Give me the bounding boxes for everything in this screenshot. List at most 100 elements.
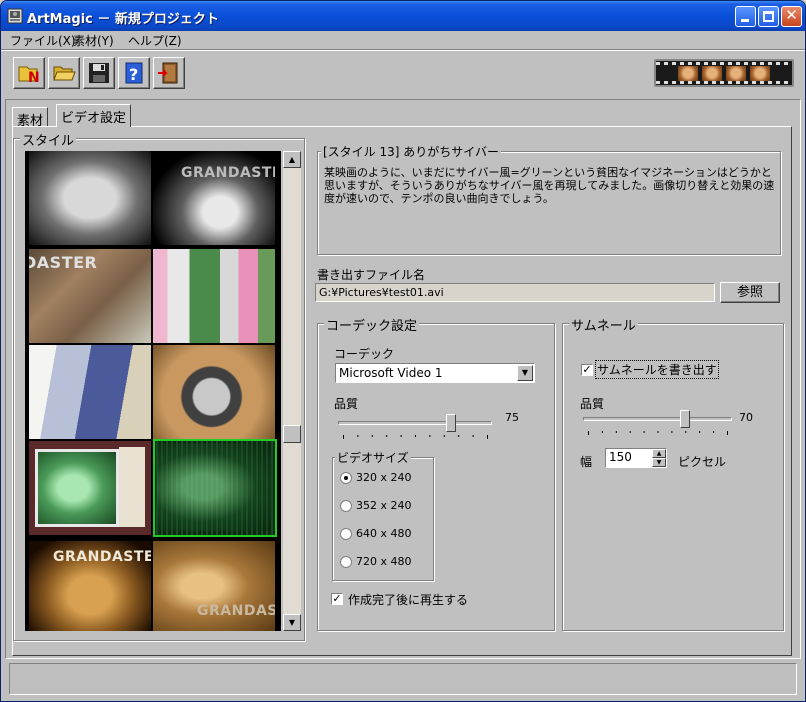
slider-tick [601,431,603,433]
codec-settings-label: コーデック設定 [324,315,420,334]
codec-select-value: Microsoft Video 1 [339,366,443,380]
new-project-button[interactable]: N [13,57,45,89]
slider-tick [487,435,488,439]
triangle-up-icon: ▲ [656,450,662,457]
slider-tick [699,431,701,433]
film-frame [678,66,698,82]
output-file-label: 書き出すファイル名 [317,268,426,282]
photo-border [119,447,145,527]
thumbnail-width-value: 150 [609,450,632,464]
codec-select[interactable]: Microsoft Video 1 ▼ [335,363,535,383]
slider-tick [443,435,445,437]
video-size-radio[interactable] [340,472,352,484]
window-title: ArtMagic － 新規プロジェクト [27,12,219,27]
style-thumbnail-8-selected[interactable] [153,439,277,537]
style-thumbnail-5[interactable] [29,345,151,439]
menu-file[interactable]: ファイル(X) [10,32,76,49]
green-cat-photo [35,449,119,527]
thumbnail-quality-track[interactable] [583,417,732,421]
thumbnail-quality-label: 品質 [580,397,605,411]
style-thumbnail-7[interactable] [29,441,151,535]
title-bar[interactable]: ArtMagic － 新規プロジェクト ✕ [1,1,805,31]
chevron-down-icon[interactable]: ▼ [517,365,533,381]
status-bar [9,663,797,695]
film-strip-logo [654,59,794,87]
slider-tick [588,431,589,435]
open-folder-icon [53,66,76,81]
write-thumbnail-checkbox[interactable]: ✓ [581,364,593,376]
slider-tick [343,435,344,439]
play-after-label: 作成完了後に再生する [348,593,469,607]
checkmark-icon: ✓ [332,592,342,605]
menu-help[interactable]: ヘルプ(Z) [128,32,182,49]
width-spinner: ▲ ▼ [652,449,666,467]
style-thumbnail-1[interactable] [29,151,151,245]
style-thumbnail-grid: GRANDASTER DASTER GRANDASTER [25,151,281,631]
new-project-icon: N [18,66,40,85]
style-thumbnail-2[interactable]: GRANDASTER [153,151,275,245]
video-size-radio[interactable] [340,556,352,568]
help-button[interactable]: ? [118,57,150,89]
codec-quality-label: 品質 [334,397,359,411]
slider-tick [458,435,460,437]
close-icon: ✕ [785,6,798,24]
codec-label: コーデック [334,347,395,361]
tab-video-settings[interactable]: ビデオ設定 [56,104,132,127]
scroll-up-button[interactable]: ▲ [283,151,301,168]
spin-down-button[interactable]: ▼ [652,458,666,467]
codec-quality-slider-thumb[interactable] [446,414,456,432]
exit-door-icon [158,62,178,84]
video-size-label: ビデオサイズ [335,449,411,466]
slider-tick [415,435,416,437]
style-list-scrollbar[interactable]: ▲ ▼ [283,151,301,631]
play-after-checkbox[interactable]: ✓ [331,593,343,605]
style-thumbnail-6[interactable] [153,345,275,439]
spin-up-button[interactable]: ▲ [652,449,666,458]
write-thumbnail-label: サムネールを書き出す [595,360,719,379]
output-file-input[interactable]: G:¥Pictures¥test01.avi [315,283,715,302]
thumbnail-width-input[interactable]: 150 ▲ ▼ [605,448,667,468]
thumbnail-quality-slider-thumb[interactable] [680,410,691,428]
exit-button[interactable] [153,57,185,89]
codec-quality-track[interactable] [338,421,492,425]
style-description-text: 某映画のように、いまだにサイバー風=グリーンという貧困なイマジネーションはどうか… [324,166,775,205]
app-window: ArtMagic － 新規プロジェクト ✕ ファイル(X) 素材(Y) ヘルプ(… [0,0,806,702]
thumbnail-quality-value: 70 [739,411,753,424]
thumbnail-settings-label: サムネール [569,315,638,334]
style-thumbnail-10[interactable]: GRANDAST [153,541,275,631]
minimize-button[interactable] [735,6,756,27]
svg-text:N: N [28,70,40,85]
style-thumbnail-3[interactable]: DASTER [29,249,151,343]
film-frame [750,66,770,82]
svg-text:?: ? [129,65,138,84]
menu-bar: ファイル(X) 素材(Y) ヘルプ(Z) [1,31,805,49]
maximize-icon [763,11,774,22]
video-size-radio[interactable] [340,528,352,540]
video-size-radio[interactable] [340,500,352,512]
browse-button[interactable]: 参照 [720,282,780,303]
minimize-icon [741,19,749,22]
thumbnail-width-label: 幅 [580,455,593,469]
style-thumbnail-9[interactable]: GRANDASTER [29,541,151,631]
tab-material[interactable]: 素材 [12,107,49,129]
slider-tick [713,431,715,433]
app-icon [7,8,23,24]
help-icon: ? [125,62,143,84]
save-button[interactable] [83,57,115,89]
cyber-green-overlay [157,443,271,531]
film-frame [726,66,746,82]
triangle-up-icon: ▲ [288,155,296,164]
slider-tick [371,435,373,437]
checkmark-icon: ✓ [582,363,592,376]
close-button[interactable]: ✕ [781,6,802,27]
slider-tick [400,435,402,437]
slider-tick [671,431,673,433]
style-group-label: スタイル [20,130,77,149]
menu-material[interactable]: 素材(Y) [73,32,114,49]
slider-tick [357,435,359,437]
maximize-button[interactable] [758,6,779,27]
style-thumbnail-4[interactable] [153,249,275,343]
scroll-thumb[interactable] [283,425,301,443]
open-button[interactable] [48,57,80,89]
scroll-down-button[interactable]: ▼ [283,614,301,631]
